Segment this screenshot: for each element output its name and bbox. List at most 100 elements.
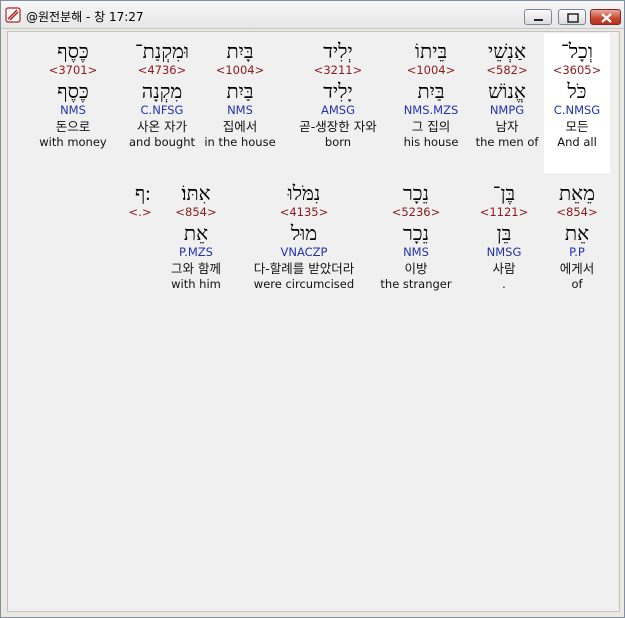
title-bar[interactable]: @원전분해 - 창 17:27	[1, 1, 624, 29]
morph-code: NMS	[403, 245, 429, 259]
morph-code: NMS	[227, 103, 253, 117]
word-column[interactable]: אַנְשֵׁי <582> אֱנוֹשׁ NMPG 남자 the men o…	[472, 39, 542, 149]
hebrew-word: מֵאֵת	[558, 181, 596, 205]
morph-code: AMSG	[320, 103, 355, 117]
strong-number[interactable]: <1121>	[474, 205, 534, 221]
english-gloss: with money	[39, 135, 107, 149]
korean-gloss: 이방	[404, 261, 428, 276]
korean-gloss: 곧-생장한 자와	[299, 119, 377, 134]
strong-number[interactable]: <854>	[546, 205, 608, 221]
app-window: @원전분해 - 창 17:27 כֶּסֶף <3701> כֶּסֶף NMS…	[0, 0, 625, 618]
morph-code	[120, 245, 160, 261]
hebrew-word: וּמִקְנַת־	[134, 39, 190, 63]
korean-gloss: 집에서	[222, 119, 258, 134]
maximize-button[interactable]	[558, 9, 586, 25]
morph-code: C.NMSG	[553, 103, 601, 117]
word-column-selected[interactable]: וְכָל־ <3605> כֹּל C.NMSG 모든 And all	[544, 33, 610, 173]
morph-code: VNACZP	[280, 245, 328, 259]
english-gloss: .	[502, 277, 506, 291]
korean-gloss: 다-할례를 받았더라	[253, 261, 355, 276]
word-column[interactable]: ׃ף <.>	[120, 181, 160, 291]
window-title: @원전분해 - 창 17:27	[26, 10, 144, 24]
lemma-word: מוּל	[290, 221, 318, 245]
hebrew-word: נֵכָר	[402, 181, 430, 205]
word-column[interactable]: בֶּן־ <1121> בֵּן NMSG 사람 .	[474, 181, 534, 291]
lemma-word: בֵּן	[496, 221, 512, 245]
hebrew-word: ׃ף	[134, 181, 146, 205]
english-gloss: the stranger	[380, 277, 452, 291]
lemma-word: כֹּל	[567, 79, 587, 103]
word-column[interactable]: נֵכָר <5236> נֵכָר NMS 이방 the stranger	[376, 181, 456, 291]
lemma-word: בַּיִת	[417, 79, 445, 103]
english-gloss	[120, 277, 160, 291]
hebrew-word: בָּיִת	[226, 39, 254, 63]
morph-code: C.NFSG	[140, 103, 184, 117]
strong-number[interactable]: <3211>	[284, 63, 392, 79]
hebrew-word: כֶּסֶף	[57, 39, 89, 63]
word-column[interactable]: כֶּסֶף <3701> כֶּסֶף NMS 돈으로 with money	[26, 39, 120, 149]
word-column[interactable]: נִמֹּלוּ <4135> מוּל VNACZP 다-할례를 받았더라 w…	[234, 181, 374, 291]
strong-number[interactable]: <4736>	[120, 63, 204, 79]
english-gloss: his house	[403, 135, 459, 149]
morph-code: NMS.MZS	[403, 103, 459, 117]
strong-number[interactable]: <4135>	[234, 205, 374, 221]
hebrew-word: יְלִיד	[323, 39, 353, 63]
morph-code: P.MZS	[179, 245, 213, 259]
english-gloss: And all	[557, 135, 597, 149]
lemma-word: אֵת	[183, 221, 209, 245]
strong-number[interactable]: <3701>	[26, 63, 120, 79]
app-icon	[5, 7, 21, 23]
strong-number[interactable]: <854>	[160, 205, 232, 221]
close-button[interactable]	[590, 9, 621, 25]
morph-code: NMPG	[489, 103, 525, 117]
hebrew-word: אַנְשֵׁי	[488, 39, 526, 63]
morph-code: P.P	[569, 245, 585, 259]
korean-gloss: 그 집의	[411, 119, 451, 134]
lemma-word: יָלִיד	[323, 79, 353, 103]
word-column[interactable]: אִתּוֹ׃ <854> אֵת P.MZS 그와 함께 with him	[160, 181, 232, 291]
lemma-word	[120, 221, 160, 245]
morph-code: NMSG	[486, 245, 522, 259]
lemma-word: כֶּסֶף	[57, 79, 89, 103]
korean-gloss: 남자	[495, 119, 519, 134]
hebrew-word: וְכָל־	[561, 39, 593, 63]
korean-gloss: 그와 함께	[171, 261, 221, 276]
minimize-button[interactable]	[524, 9, 552, 25]
close-icon	[601, 13, 612, 23]
strong-number[interactable]: <5236>	[376, 205, 456, 221]
hebrew-word: בֶּן־	[492, 181, 516, 205]
interlinear-panel[interactable]: כֶּסֶף <3701> כֶּסֶף NMS 돈으로 with money …	[7, 31, 620, 612]
lemma-word: בַּיִת	[226, 79, 254, 103]
strong-number[interactable]: <1004>	[392, 63, 470, 79]
english-gloss: with him	[171, 277, 221, 291]
lemma-word: אֱנוֹשׁ	[488, 79, 526, 103]
english-gloss: of	[571, 277, 583, 291]
maximize-icon	[567, 13, 579, 23]
word-column[interactable]: יְלִיד <3211> יָלִיד AMSG 곧-생장한 자와 born	[284, 39, 392, 149]
minimize-icon	[534, 19, 543, 21]
english-gloss: the men of	[475, 135, 539, 149]
english-gloss: born	[324, 135, 352, 149]
hebrew-word: נִמֹּלוּ	[287, 181, 321, 205]
korean-gloss: 사온 자가	[137, 119, 187, 134]
morph-code: NMS	[60, 103, 86, 117]
strong-number[interactable]: <582>	[472, 63, 542, 79]
korean-gloss: 에게서	[559, 261, 595, 276]
hebrew-word: בֵּיתוֹ	[414, 39, 448, 63]
strong-number[interactable]: <1004>	[200, 63, 280, 79]
korean-gloss: 모든	[565, 119, 589, 134]
korean-gloss: 돈으로	[55, 119, 91, 134]
word-column[interactable]: וּמִקְנַת־ <4736> מִקְנָה C.NFSG 사온 자가 a…	[120, 39, 204, 149]
lemma-word: אֵת	[564, 221, 590, 245]
strong-number[interactable]: <.>	[120, 205, 160, 221]
korean-gloss	[120, 261, 160, 277]
word-column[interactable]: מֵאֵת <854> אֵת P.P 에게서 of	[546, 181, 608, 291]
english-gloss: in the house	[204, 135, 276, 149]
hebrew-word: אִתּוֹ׃	[181, 181, 211, 205]
english-gloss: and bought	[128, 135, 195, 149]
word-column[interactable]: בָּיִת <1004> בַּיִת NMS 집에서 in the hous…	[200, 39, 280, 149]
lemma-word: נֵכָר	[402, 221, 430, 245]
strong-number[interactable]: <3605>	[544, 63, 610, 79]
word-column[interactable]: בֵּיתוֹ <1004> בַּיִת NMS.MZS 그 집의 his h…	[392, 39, 470, 149]
english-gloss: were circumcised	[253, 277, 355, 291]
